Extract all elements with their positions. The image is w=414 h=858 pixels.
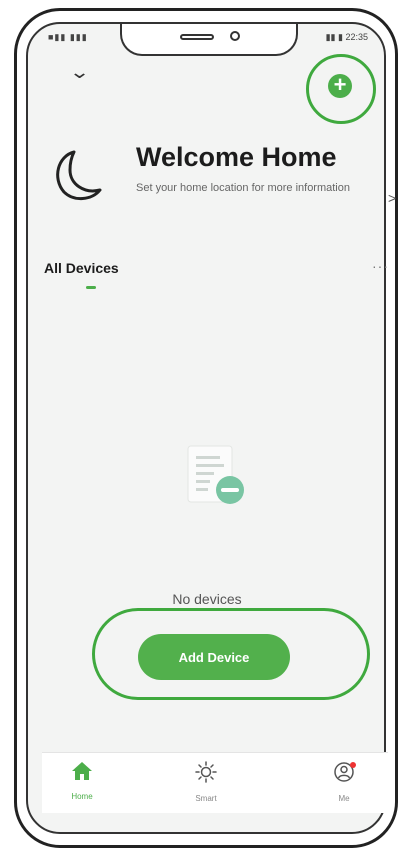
notification-badge <box>350 762 356 768</box>
nav-item-home[interactable]: Home <box>42 761 122 801</box>
chevron-right-icon[interactable]: > <box>388 190 396 206</box>
chevron-down-icon[interactable]: ⌄ <box>69 62 90 83</box>
empty-devices-illustration-icon <box>187 445 244 504</box>
phone-notch <box>120 24 298 56</box>
nav-item-me[interactable]: Me <box>304 761 384 803</box>
bottom-nav: Home Smart Me <box>42 752 388 813</box>
status-bar-time: ▮▮ ▮ 22:35 <box>325 32 368 42</box>
empty-state-text: No devices <box>172 591 242 607</box>
welcome-subtitle[interactable]: Set your home location for more informat… <box>136 182 366 195</box>
tab-all-devices[interactable]: All Devices <box>44 260 119 276</box>
nav-label-home: Home <box>71 792 93 801</box>
more-icon[interactable]: ··· <box>372 258 389 274</box>
highlight-circle-add <box>306 54 376 124</box>
highlight-outline-add-device <box>92 608 370 700</box>
nav-item-smart[interactable]: Smart <box>166 761 246 803</box>
nav-label-me: Me <box>338 794 350 803</box>
speaker-icon <box>180 34 214 40</box>
nav-label-smart: Smart <box>195 794 217 803</box>
home-icon <box>72 762 92 780</box>
sun-icon <box>195 761 217 783</box>
moon-icon <box>56 150 102 200</box>
welcome-title[interactable]: Welcome Home <box>136 142 337 173</box>
status-bar-signal: ■▮▮ ▮▮▮ <box>48 32 88 42</box>
tab-active-indicator <box>86 286 96 289</box>
camera-icon <box>230 31 240 41</box>
